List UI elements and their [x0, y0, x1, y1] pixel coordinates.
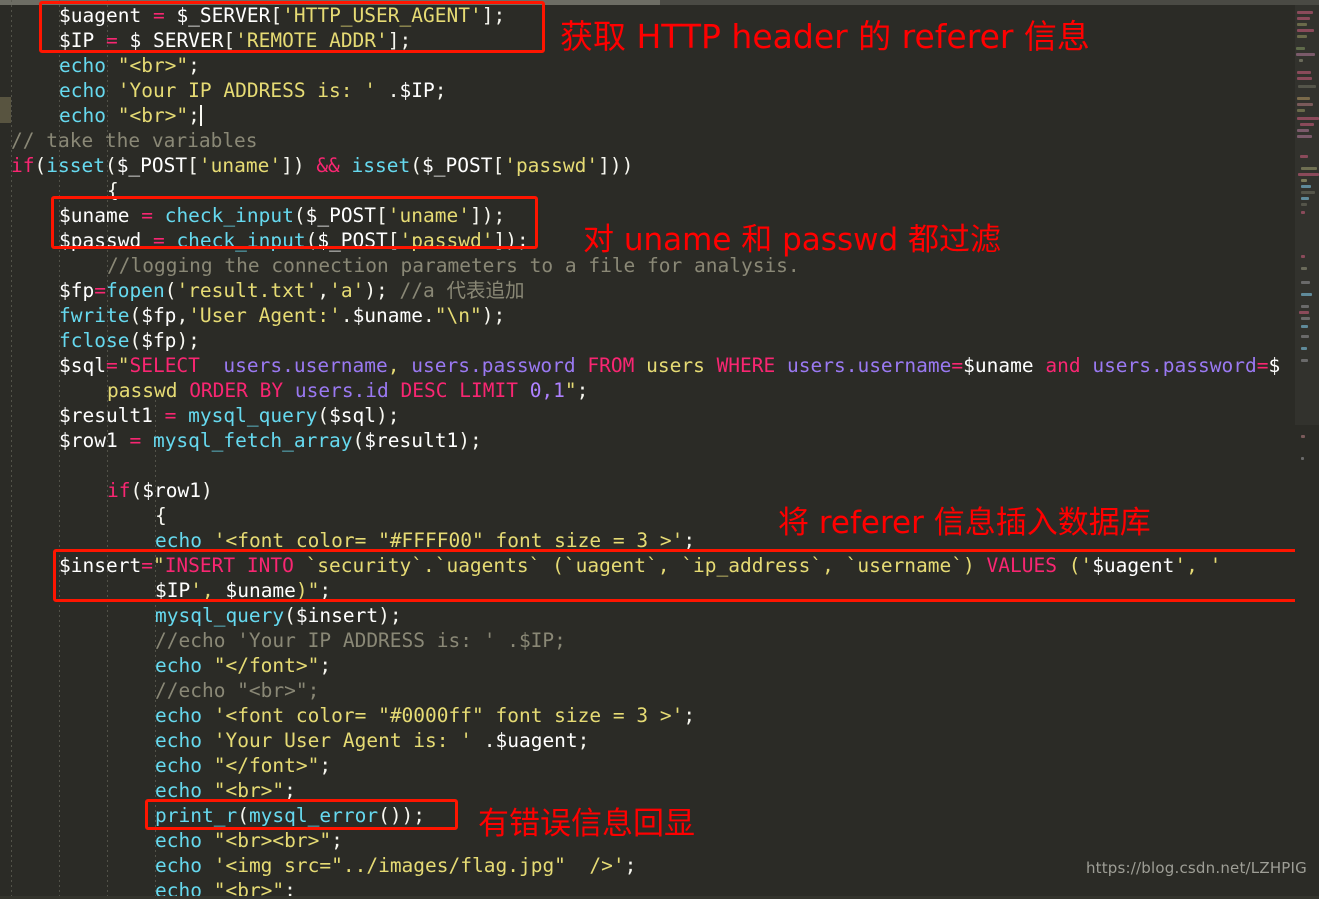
annotation-insert-into-db: 将 referer 信息插入数据库: [778, 505, 1151, 541]
code-line[interactable]: $insert="INSERT INTO `security`.`uagents…: [59, 553, 1221, 578]
code-line[interactable]: $uname = check_input($_POST['uname']);: [59, 203, 505, 228]
code-line[interactable]: echo "<br>";: [59, 103, 202, 128]
code-line[interactable]: mysql_query($insert);: [155, 603, 402, 628]
watermark-url: https://blog.csdn.net/LZHPIG: [1085, 859, 1307, 877]
code-line[interactable]: // take the variables: [11, 128, 258, 153]
code-line[interactable]: echo "<br><br>";: [155, 828, 343, 853]
code-line[interactable]: echo "</font>";: [155, 653, 331, 678]
code-line[interactable]: passwd ORDER BY users.id DESC LIMIT 0,1"…: [107, 378, 588, 403]
annotation-referer-header: 获取 HTTP header 的 referer 信息: [560, 17, 1090, 56]
code-line[interactable]: echo 'Your User Agent is: ' .$uagent;: [155, 728, 589, 753]
code-line[interactable]: fwrite($fp,'User Agent:'.$uname."\n");: [59, 303, 505, 328]
code-line[interactable]: echo 'Your IP ADDRESS is: ' .$IP;: [59, 78, 446, 103]
code-line[interactable]: {: [155, 503, 167, 528]
code-line[interactable]: $IP = $_SERVER['REMOTE_ADDR'];: [59, 28, 411, 53]
code-line[interactable]: //echo 'Your IP ADDRESS is: ' .$IP;: [155, 628, 566, 653]
code-line[interactable]: {: [107, 178, 119, 203]
code-line[interactable]: $sql="SELECT users.username, users.passw…: [59, 353, 1280, 378]
code-line[interactable]: echo "</font>";: [155, 753, 331, 778]
code-line[interactable]: echo '<font color= "#FFFF00" font size =…: [155, 528, 695, 553]
code-line[interactable]: fclose($fp);: [59, 328, 200, 353]
code-line[interactable]: echo "<br>";: [155, 778, 296, 803]
code-line[interactable]: print_r(mysql_error());: [155, 803, 425, 828]
code-line[interactable]: $fp=fopen('result.txt','a'); //a 代表追加: [59, 278, 525, 303]
code-content[interactable]: $uagent = $_SERVER['HTTP_USER_AGENT']; $…: [0, 0, 1319, 899]
text-cursor: [199, 105, 202, 126]
annotation-filter-uname-passwd: 对 uname 和 passwd 都过滤: [583, 222, 1001, 258]
code-line[interactable]: echo '<font color= "#0000ff" font size =…: [155, 703, 695, 728]
code-line[interactable]: if($row1): [107, 478, 213, 503]
code-line[interactable]: //echo "<br>";: [155, 678, 319, 703]
minimap-slider[interactable]: [1295, 5, 1319, 425]
code-line[interactable]: $passwd = check_input($_POST['passwd']);: [59, 228, 529, 253]
code-line[interactable]: $uagent = $_SERVER['HTTP_USER_AGENT'];: [59, 3, 505, 28]
code-editor-screen: $uagent = $_SERVER['HTTP_USER_AGENT']; $…: [0, 0, 1319, 899]
code-line[interactable]: echo '<img src="../images/flag.jpg" />';: [155, 853, 636, 878]
code-line[interactable]: echo "<br>";: [59, 53, 200, 78]
code-line[interactable]: $IP', $uname)";: [155, 578, 331, 603]
code-line[interactable]: if(isset($_POST['uname']) && isset($_POS…: [11, 153, 633, 178]
annotation-error-echo: 有错误信息回显: [478, 806, 695, 842]
minimap[interactable]: [1295, 5, 1319, 899]
code-line[interactable]: $result1 = mysql_query($sql);: [59, 403, 400, 428]
code-line[interactable]: $row1 = mysql_fetch_array($result1);: [59, 428, 482, 453]
